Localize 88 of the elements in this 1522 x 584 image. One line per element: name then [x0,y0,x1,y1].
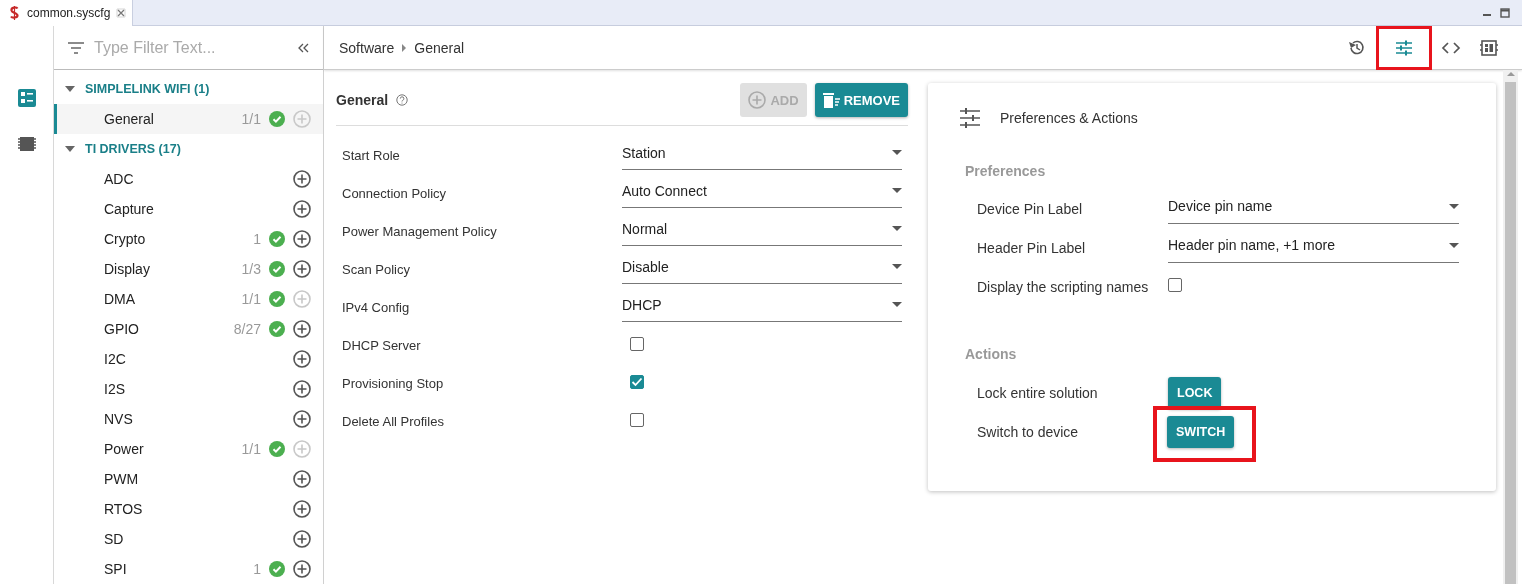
dropdown[interactable]: Auto Connect [622,178,902,208]
add-icon[interactable] [293,230,311,248]
tree-item[interactable]: Capture [54,194,323,224]
add-icon[interactable] [293,380,311,398]
board-icon[interactable] [1479,37,1499,58]
tab-title: common.syscfg [27,6,111,20]
tree-item[interactable]: NVS [54,404,323,434]
tree-group[interactable]: SIMPLELINK WIFI (1) [54,74,323,104]
breadcrumb-link[interactable]: Software [339,39,395,56]
trash-icon [822,92,840,108]
caret-icon [892,264,902,269]
caret-icon[interactable] [64,144,76,154]
caret-icon [1449,242,1459,248]
field-label: IPv4 Config [342,299,411,315]
tree-item[interactable]: SD [54,524,323,554]
field-label: Display the scripting names [977,278,1150,295]
add-icon [748,91,767,109]
dropdown[interactable]: Station [622,140,902,170]
logo-icon [8,5,21,21]
field-label: Header Pin Label [977,239,1087,256]
checkbox[interactable] [630,412,644,427]
dropdown[interactable]: DHCP [622,292,902,322]
card-title: Preferences & Actions [1000,110,1138,126]
field-label: Power Management Policy [342,223,498,239]
field-label: Device Pin Label [977,200,1084,217]
caret-icon [892,226,902,231]
field-label: Connection Policy [342,185,448,201]
tree-item[interactable]: I2S [54,374,323,404]
action-button[interactable]: LOCK [1168,377,1222,409]
chevron-icon [402,43,407,52]
caret-icon [892,188,902,193]
action-label: Lock entire solution [977,385,1099,401]
caret-icon [892,302,902,307]
maximize-icon[interactable] [1500,7,1510,18]
dropdown[interactable]: Normal [622,216,902,246]
add-icon[interactable] [293,500,311,518]
tree-item[interactable]: ADC [54,164,323,194]
action-label: Switch to device [977,424,1080,440]
caret-icon[interactable] [64,84,76,94]
field-label: Start Role [342,147,401,163]
add-icon[interactable] [293,320,311,338]
tree-item[interactable]: RTOS [54,494,323,524]
add-icon[interactable] [293,200,311,218]
close-icon[interactable] [116,8,127,18]
field-label: DHCP Server [342,337,422,353]
tree-item[interactable]: General 1/1 [54,104,323,134]
editor-tab[interactable]: common.syscfg [0,0,134,26]
section-heading: Actions [965,346,1018,362]
dropdown[interactable]: Header pin name, +1 more [1168,232,1459,263]
add-icon[interactable] [293,260,311,278]
field-label: Scan Policy [342,261,411,277]
help-icon[interactable] [396,94,409,106]
tree-item[interactable]: SPI 1 [54,554,323,584]
tree-item[interactable]: GPIO 8/27 [54,314,323,344]
field-label: Delete All Profiles [342,413,445,429]
remove-button[interactable]: REMOVE [814,83,908,117]
checkbox[interactable] [630,375,644,389]
caret-icon [892,150,902,155]
tree-item[interactable]: Power 1/1 [54,434,323,464]
add-icon[interactable] [293,170,311,188]
list-view-icon[interactable] [17,89,36,107]
section-heading: Preferences [965,163,1047,179]
tree-item[interactable]: Crypto 1 [54,224,323,254]
tree-item[interactable]: PWM [54,464,323,494]
scrollbar-thumb[interactable] [1505,82,1516,584]
collapse-icon[interactable] [298,42,309,53]
chip-icon[interactable] [17,135,36,153]
section-title: General [336,92,389,108]
dropdown[interactable]: Device pin name [1168,193,1459,224]
tree-item[interactable]: I2C [54,344,323,374]
checkbox[interactable] [1168,278,1182,292]
action-button[interactable]: SWITCH [1167,416,1235,448]
sliders-icon [960,108,980,128]
checkbox[interactable] [630,336,644,351]
checkmark-icon [631,376,643,388]
add-icon[interactable] [293,530,311,548]
tree-item[interactable]: Display 1/3 [54,254,323,284]
tree-group[interactable]: TI DRIVERS (17) [54,134,323,164]
breadcrumb-link[interactable]: General [414,39,465,56]
add-icon[interactable] [293,410,311,428]
filter-icon [68,41,84,54]
caret-icon [1449,203,1459,209]
dropdown[interactable]: Disable [622,254,902,284]
add-icon[interactable] [293,470,311,488]
add-icon[interactable] [293,350,311,368]
add-icon[interactable] [293,560,311,578]
tree-item[interactable]: DMA 1/1 [54,284,323,314]
field-label: Provisioning Stop [342,375,445,391]
